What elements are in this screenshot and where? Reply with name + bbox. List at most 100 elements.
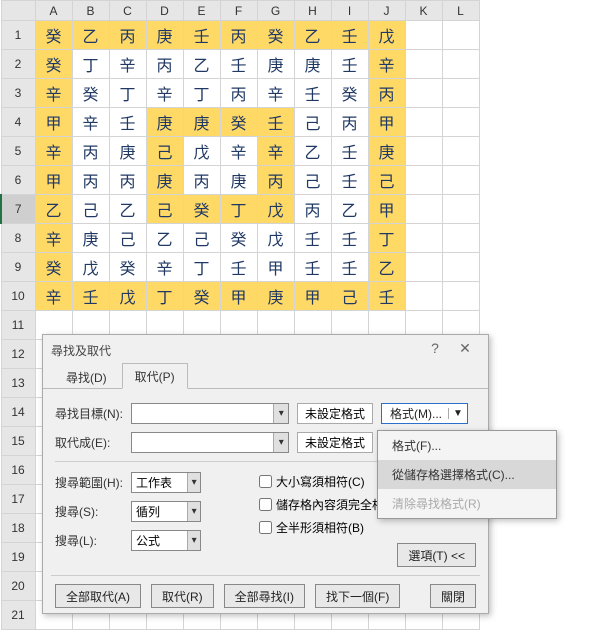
cell[interactable]: 丁 [183, 79, 220, 108]
column-header[interactable]: E [183, 1, 220, 21]
column-header[interactable]: I [331, 1, 368, 21]
cell[interactable]: 丙 [183, 166, 220, 195]
cell[interactable]: 庚 [109, 137, 146, 166]
cell[interactable]: 乙 [294, 21, 331, 50]
cell[interactable]: 辛 [220, 137, 257, 166]
cell[interactable]: 癸 [331, 79, 368, 108]
cell[interactable]: 己 [294, 108, 331, 137]
row-header[interactable]: 19 [1, 543, 35, 572]
cell[interactable]: 癸 [183, 195, 220, 224]
search-select[interactable]: ▾ [131, 501, 201, 522]
column-header[interactable]: B [72, 1, 109, 21]
row-header[interactable]: 7 [1, 195, 35, 224]
cell[interactable]: 辛 [257, 137, 294, 166]
cell[interactable] [405, 50, 442, 79]
cell[interactable]: 丙 [257, 166, 294, 195]
cell[interactable]: 辛 [257, 79, 294, 108]
cell[interactable]: 辛 [35, 79, 72, 108]
find-next-button[interactable]: 找下一個(F) [315, 584, 400, 608]
cell[interactable]: 丙 [294, 195, 331, 224]
row-header[interactable]: 16 [1, 456, 35, 485]
find-format-button[interactable]: 格式(M)... ▼ [381, 403, 468, 424]
column-header[interactable]: C [109, 1, 146, 21]
column-header[interactable]: L [442, 1, 479, 21]
cell[interactable]: 丁 [183, 253, 220, 282]
options-button[interactable]: 選項(T) << [397, 543, 476, 567]
cell[interactable]: 己 [368, 166, 405, 195]
cell[interactable]: 壬 [331, 253, 368, 282]
cell[interactable]: 癸 [257, 21, 294, 50]
row-header[interactable]: 11 [1, 311, 35, 340]
cell[interactable]: 戊 [257, 224, 294, 253]
cell[interactable]: 己 [109, 224, 146, 253]
cell[interactable]: 庚 [220, 166, 257, 195]
column-header[interactable]: K [405, 1, 442, 21]
cell[interactable]: 丙 [72, 137, 109, 166]
row-header[interactable]: 14 [1, 398, 35, 427]
cell[interactable] [442, 253, 479, 282]
cell[interactable]: 己 [146, 137, 183, 166]
lookin-select[interactable]: ▾ [131, 530, 201, 551]
cell[interactable]: 壬 [109, 108, 146, 137]
cell[interactable]: 壬 [294, 224, 331, 253]
cell[interactable]: 己 [294, 166, 331, 195]
cell[interactable]: 丙 [220, 79, 257, 108]
row-header[interactable]: 4 [1, 108, 35, 137]
cell[interactable]: 丁 [109, 79, 146, 108]
replace-button[interactable]: 取代(R) [151, 584, 214, 608]
cell[interactable] [405, 137, 442, 166]
cell[interactable]: 甲 [35, 108, 72, 137]
cell[interactable]: 乙 [368, 253, 405, 282]
match-width-checkbox[interactable]: 全半形須相符(B) [255, 518, 476, 537]
cell[interactable]: 丙 [109, 166, 146, 195]
row-header[interactable]: 17 [1, 485, 35, 514]
close-button[interactable]: 關閉 [430, 584, 476, 608]
cell[interactable] [405, 195, 442, 224]
cell[interactable]: 丙 [109, 21, 146, 50]
cell[interactable]: 壬 [331, 224, 368, 253]
row-header[interactable]: 20 [1, 572, 35, 601]
cell[interactable]: 壬 [220, 253, 257, 282]
row-header[interactable]: 15 [1, 427, 35, 456]
cell[interactable]: 壬 [183, 21, 220, 50]
cell[interactable] [442, 50, 479, 79]
cell[interactable]: 癸 [183, 282, 220, 311]
cell[interactable]: 丙 [220, 21, 257, 50]
cell[interactable] [405, 79, 442, 108]
row-header[interactable]: 9 [1, 253, 35, 282]
cell[interactable]: 乙 [146, 224, 183, 253]
cell[interactable]: 庚 [146, 21, 183, 50]
cell[interactable] [442, 137, 479, 166]
row-header[interactable]: 10 [1, 282, 35, 311]
row-header[interactable]: 12 [1, 340, 35, 369]
cell[interactable]: 癸 [35, 50, 72, 79]
cell[interactable] [405, 253, 442, 282]
cell[interactable] [405, 166, 442, 195]
cell[interactable]: 乙 [294, 137, 331, 166]
cell[interactable]: 戊 [368, 21, 405, 50]
menu-item-format[interactable]: 格式(F)... [378, 431, 556, 460]
column-header[interactable]: G [257, 1, 294, 21]
chevron-down-icon[interactable]: ▾ [273, 404, 288, 423]
cell[interactable] [442, 21, 479, 50]
find-input[interactable]: ▾ [131, 403, 289, 424]
cell[interactable]: 戊 [72, 253, 109, 282]
cell[interactable]: 庚 [183, 108, 220, 137]
cell[interactable]: 辛 [109, 50, 146, 79]
cell[interactable]: 庚 [294, 50, 331, 79]
cell[interactable]: 庚 [146, 166, 183, 195]
cell[interactable]: 癸 [35, 253, 72, 282]
row-header[interactable]: 8 [1, 224, 35, 253]
cell[interactable]: 辛 [72, 108, 109, 137]
cell[interactable]: 壬 [331, 50, 368, 79]
column-header[interactable]: J [368, 1, 405, 21]
cell[interactable]: 丁 [146, 282, 183, 311]
cell[interactable] [442, 108, 479, 137]
cell[interactable]: 丁 [220, 195, 257, 224]
cell[interactable]: 庚 [257, 50, 294, 79]
cell[interactable] [442, 79, 479, 108]
cell[interactable]: 己 [146, 195, 183, 224]
cell[interactable] [405, 108, 442, 137]
cell[interactable] [442, 166, 479, 195]
cell[interactable] [442, 224, 479, 253]
